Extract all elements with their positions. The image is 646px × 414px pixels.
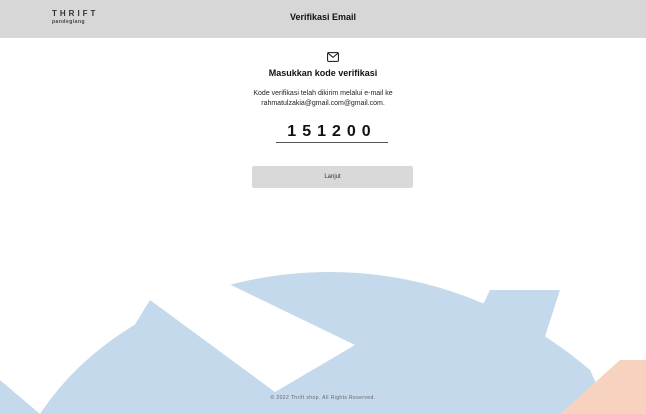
- verification-panel: Masukkan kode verifikasi Kode verifikasi…: [0, 38, 646, 414]
- top-header: THRIFT pandeglang Verifikasi Email: [0, 0, 646, 38]
- page-title: Verifikasi Email: [289, 12, 357, 22]
- mail-icon: [327, 52, 339, 62]
- verification-heading: Masukkan kode verifikasi: [268, 68, 378, 78]
- continue-button[interactable]: Lanjut: [252, 166, 413, 188]
- verification-code-input[interactable]: 151200: [276, 122, 388, 143]
- info-line-1: Kode verifikasi telah dikirim melalui e-…: [253, 90, 393, 97]
- footer-copyright: © 2022 Thrift shop. All Rights Reserved.: [270, 395, 376, 401]
- info-line-2: rahmatulzakia@gmail.com@gmail.com.: [261, 100, 385, 107]
- verification-info: Kode verifikasi telah dikirim melalui e-…: [0, 89, 646, 109]
